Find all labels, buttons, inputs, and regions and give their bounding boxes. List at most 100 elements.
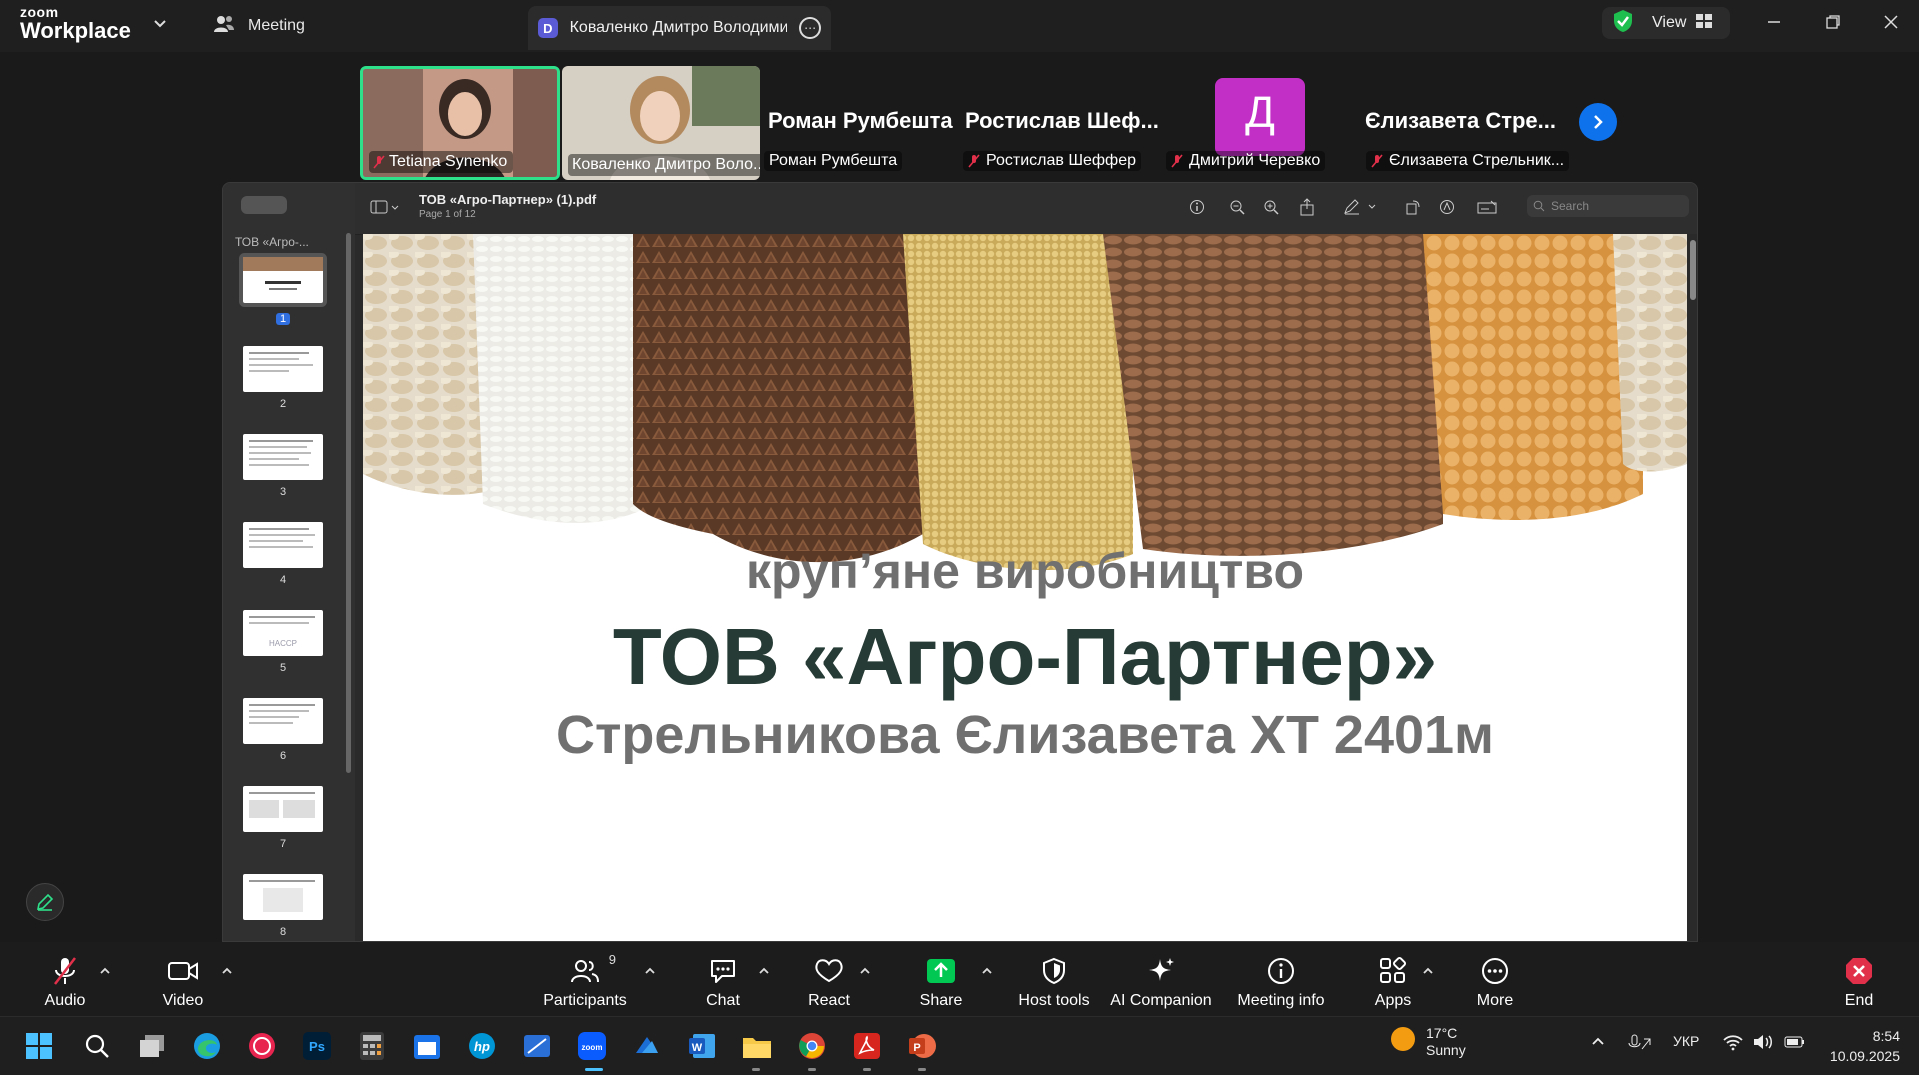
record-app-icon[interactable]	[245, 1029, 279, 1063]
apps-label: Apps	[1374, 992, 1412, 1009]
next-participants-button[interactable]	[1579, 103, 1617, 141]
zoom-app-icon[interactable]: zoom	[575, 1029, 609, 1063]
powerpoint-icon[interactable]: P	[905, 1029, 939, 1063]
file-explorer-icon[interactable]	[740, 1029, 774, 1063]
meeting-info-label: Meeting info	[1237, 992, 1325, 1009]
share-button[interactable]: Share	[918, 942, 964, 1016]
microphone-icon[interactable]	[1626, 1033, 1652, 1056]
audio-label: Audio	[44, 992, 86, 1009]
audio-options-caret[interactable]	[98, 964, 112, 978]
chat-options-caret[interactable]	[757, 964, 771, 978]
chat-button[interactable]: Chat	[700, 942, 746, 1016]
calendar-app-icon[interactable]	[410, 1029, 444, 1063]
outlook-icon[interactable]	[630, 1029, 664, 1063]
markup-pen-icon[interactable]	[1341, 195, 1381, 219]
task-view-icon[interactable]	[135, 1029, 169, 1063]
meeting-tab[interactable]: D Коваленко Дмитро Володимир ⋯	[528, 6, 831, 50]
avatar[interactable]: Д	[1215, 78, 1305, 156]
video-button[interactable]: Video	[160, 942, 206, 1016]
chrome-icon[interactable]	[795, 1029, 829, 1063]
clock-date: 10.09.2025	[1829, 1048, 1900, 1065]
participant-name-tag[interactable]: Дмитрий Черевко	[1166, 151, 1326, 171]
sidebar-toggle[interactable]	[241, 196, 287, 214]
view-button[interactable]: View	[1602, 7, 1730, 39]
zoom-workplace-logo[interactable]: zoom Workplace	[20, 5, 131, 42]
sidebar-scrollbar[interactable]	[346, 233, 351, 773]
rotate-icon[interactable]	[1401, 195, 1425, 219]
react-options-caret[interactable]	[858, 964, 872, 978]
sidebar-layout-icon[interactable]	[365, 195, 405, 219]
participant-display-name: Єлизавета Стре...	[1365, 108, 1557, 133]
more-options-icon[interactable]: ⋯	[799, 17, 821, 39]
annotate-button[interactable]	[26, 883, 64, 921]
document-scrollbar[interactable]	[1687, 234, 1697, 941]
weather-widget[interactable]: 17°C Sunny	[1390, 1025, 1466, 1059]
page-thumbnail[interactable]	[243, 257, 323, 303]
search-placeholder: Search	[1551, 199, 1590, 213]
calculator-icon[interactable]	[355, 1029, 389, 1063]
page-thumbnail[interactable]	[243, 434, 323, 480]
participant-name: Дмитрий Черевко	[1189, 152, 1321, 169]
search-icon[interactable]	[80, 1029, 114, 1063]
photoshop-icon[interactable]: Ps	[300, 1029, 334, 1063]
meeting-info-button[interactable]: Meeting info	[1236, 942, 1326, 1016]
participant-name-tag[interactable]: Ростислав Шеффер	[963, 151, 1141, 171]
running-app-indicator	[863, 1068, 871, 1071]
document-title: ТОВ «Агро-Партнер» (1).pdf	[419, 192, 597, 207]
participant-name-tag[interactable]: Роман Румбешта	[764, 151, 903, 171]
end-meeting-button[interactable]: End	[1836, 942, 1882, 1016]
meeting-menu[interactable]: Meeting	[212, 14, 305, 38]
share-icon[interactable]	[1295, 195, 1319, 219]
snipping-tool-icon[interactable]	[520, 1029, 554, 1063]
zoom-out-icon[interactable]	[1225, 195, 1249, 219]
mic-muted-icon	[968, 154, 980, 168]
page-thumbnail[interactable]	[243, 346, 323, 392]
ai-companion-button[interactable]: AI Companion	[1108, 942, 1214, 1016]
participant-tile-kovalenko[interactable]: Коваленко Дмитро Воло...	[562, 66, 760, 180]
volume-icon[interactable]	[1752, 1033, 1774, 1054]
hp-icon[interactable]: hp	[465, 1029, 499, 1063]
participant-tile-tetiana[interactable]: Tetiana Synenko	[360, 66, 560, 180]
markup-toolbar-icon[interactable]	[1435, 195, 1459, 219]
meeting-label: Meeting	[248, 17, 305, 34]
minimize-icon[interactable]	[1759, 10, 1789, 34]
battery-icon[interactable]	[1784, 1033, 1806, 1054]
zoom-in-icon[interactable]	[1259, 195, 1283, 219]
participants-button[interactable]: 9 Participants	[543, 942, 627, 1016]
share-options-caret[interactable]	[980, 964, 994, 978]
apps-options-caret[interactable]	[1421, 964, 1435, 978]
page-thumbnail[interactable]	[243, 522, 323, 568]
host-tools-button[interactable]: Host tools	[1012, 942, 1096, 1016]
participant-name-tag[interactable]: Єлизавета Стрельник...	[1366, 151, 1570, 171]
page-thumbnail[interactable]	[243, 786, 323, 832]
apps-button[interactable]: Apps	[1370, 942, 1416, 1016]
word-icon[interactable]: W	[685, 1029, 719, 1063]
share-screen-icon	[924, 956, 958, 986]
participant-name: Коваленко Дмитро Воло...	[572, 156, 760, 173]
participants-options-caret[interactable]	[643, 964, 657, 978]
page-thumbnail[interactable]	[243, 698, 323, 744]
chevron-up-icon[interactable]	[1590, 1033, 1606, 1052]
chevron-down-icon[interactable]	[150, 14, 170, 34]
video-options-caret[interactable]	[220, 964, 234, 978]
more-button[interactable]: More	[1472, 942, 1518, 1016]
mic-muted-icon	[1171, 154, 1183, 168]
edge-browser-icon[interactable]	[190, 1029, 224, 1063]
wifi-icon[interactable]	[1722, 1033, 1744, 1054]
acrobat-icon[interactable]	[850, 1029, 884, 1063]
close-icon[interactable]	[1876, 10, 1906, 34]
form-fill-icon[interactable]	[1475, 195, 1499, 219]
language-indicator[interactable]: УКР	[1673, 1033, 1699, 1049]
ai-companion-label: AI Companion	[1110, 992, 1212, 1009]
windows-start-icon[interactable]	[22, 1029, 56, 1063]
info-icon[interactable]	[1185, 195, 1209, 219]
host-tools-label: Host tools	[1018, 992, 1090, 1009]
restore-icon[interactable]	[1818, 10, 1848, 34]
system-clock[interactable]: 8:54 10.09.2025	[1820, 1026, 1900, 1067]
viewer-toolbar: ТОВ «Агро-Партнер» (1).pdf Page 1 of 12 …	[355, 183, 1697, 235]
search-input[interactable]: Search	[1527, 195, 1689, 217]
audio-button[interactable]: Audio	[42, 942, 88, 1016]
page-thumbnail[interactable]	[243, 874, 323, 920]
react-button[interactable]: React	[806, 942, 852, 1016]
page-thumbnail[interactable]: HACCP	[243, 610, 323, 656]
